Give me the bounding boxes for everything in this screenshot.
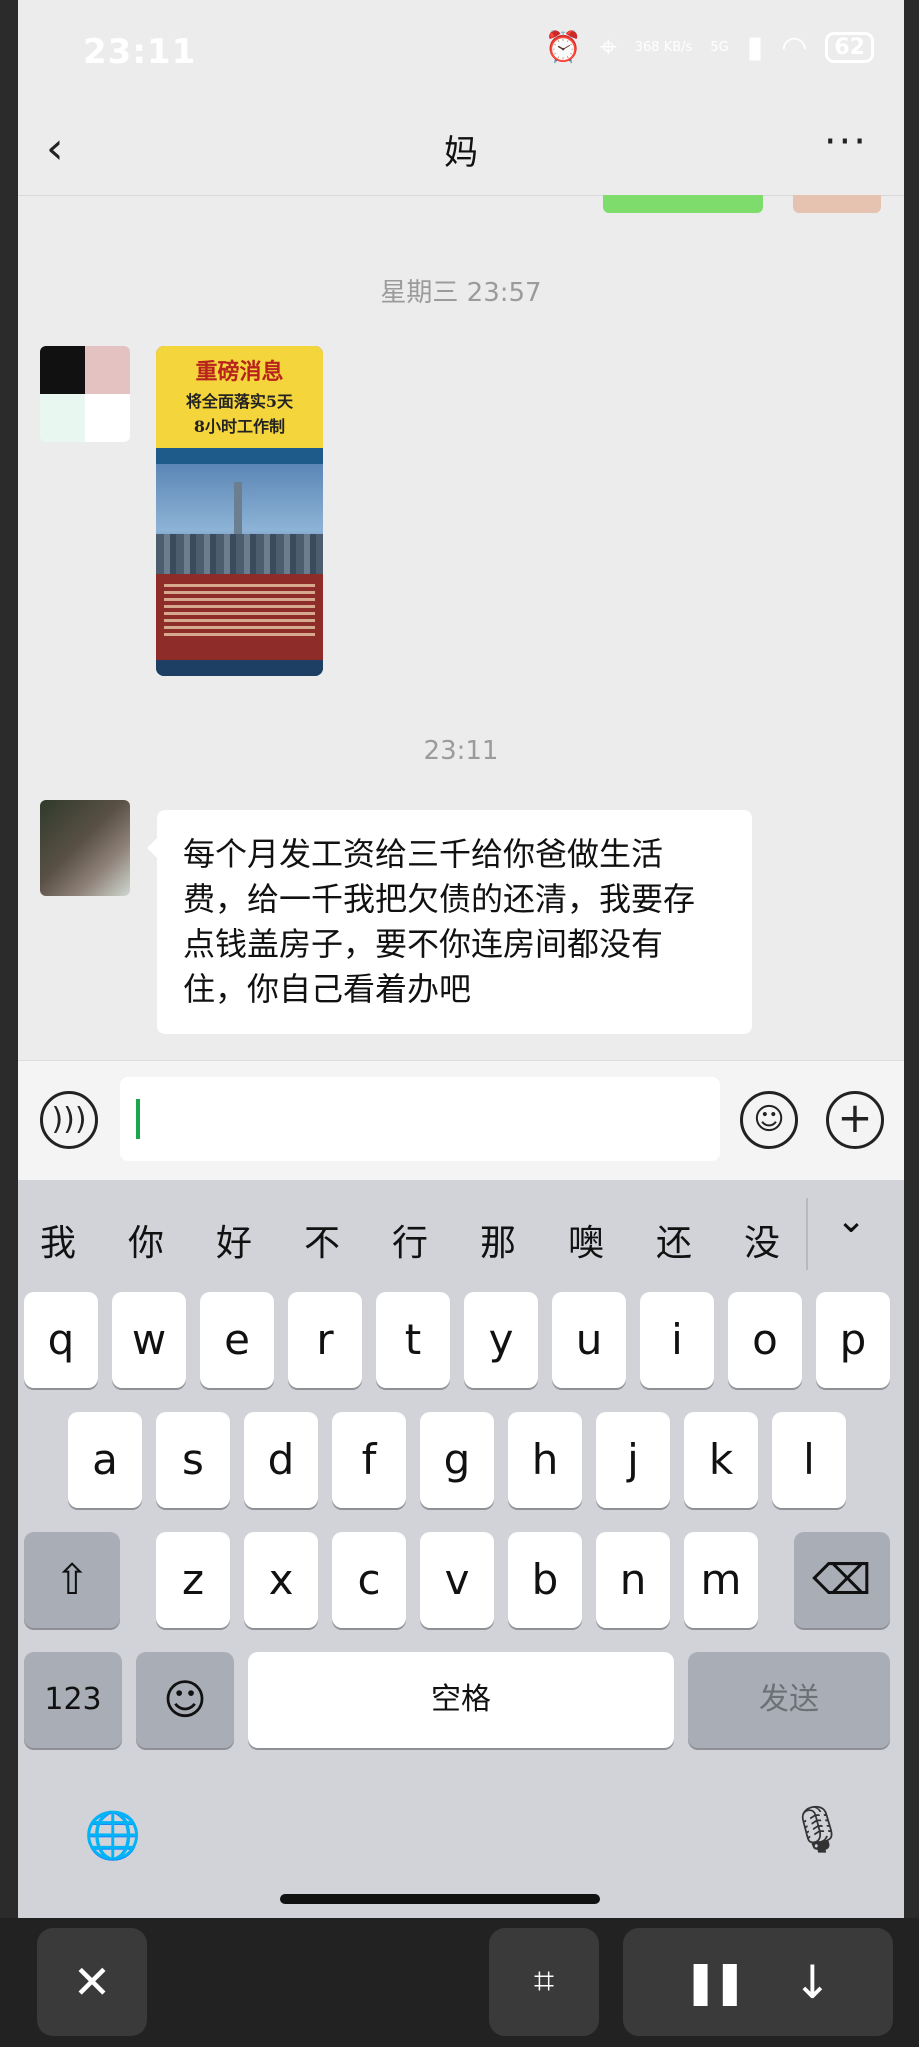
arrow-down-icon[interactable]: ↓ [793, 1928, 832, 2036]
recorder-controls: ❚❚ ↓ [623, 1928, 893, 2036]
key-e[interactable]: e [200, 1292, 274, 1388]
received-text-message[interactable]: 每个月发工资给三千给你爸做生活费，给一千我把欠债的还清，我要存点钱盖房子，要不你… [147, 810, 752, 1034]
candidate-word[interactable]: 行 [392, 1214, 428, 1266]
key-x[interactable]: x [244, 1532, 318, 1628]
signal-type: 5G [710, 39, 729, 55]
key-t[interactable]: t [376, 1292, 450, 1388]
chat-title: 妈 [444, 133, 478, 173]
battery-icon: 62 [825, 32, 874, 63]
key-l[interactable]: l [772, 1412, 846, 1508]
candidate-word[interactable]: 噢 [568, 1214, 604, 1266]
delete-key[interactable]: ⌫ [794, 1532, 890, 1628]
key-g[interactable]: g [420, 1412, 494, 1508]
keyboard: 我 你 好 不 行 那 噢 还 没 ⌄ q w e r t y u i o p … [18, 1180, 904, 1918]
key-d[interactable]: d [244, 1412, 318, 1508]
candidate-word[interactable]: 你 [128, 1214, 164, 1266]
contact-avatar[interactable] [40, 800, 130, 896]
key-r[interactable]: r [288, 1292, 362, 1388]
chat-header: ‹ 妈 ··· [18, 105, 904, 196]
key-w[interactable]: w [112, 1292, 186, 1388]
candidate-word[interactable]: 不 [304, 1214, 340, 1266]
chat-input-bar: ))) ☺ + [18, 1060, 904, 1181]
voice-icon[interactable]: ))) [40, 1091, 98, 1149]
candidate-word[interactable]: 我 [40, 1214, 76, 1266]
emoji-key-icon[interactable]: ☺ [136, 1652, 234, 1748]
image-article-text [156, 574, 323, 660]
candidate-bar: 我 你 好 不 行 那 噢 还 没 ⌄ [18, 1180, 904, 1290]
image-message[interactable]: 重磅消息 将全面落实5天 8小时工作制 [156, 346, 323, 676]
contact-avatar[interactable] [40, 346, 130, 442]
key-f[interactable]: f [332, 1412, 406, 1508]
key-b[interactable]: b [508, 1532, 582, 1628]
microphone-icon[interactable]: 🎙 [788, 1802, 846, 1857]
network-speed: 368 KB/s [634, 39, 693, 55]
key-v[interactable]: v [420, 1532, 494, 1628]
more-icon[interactable]: ··· [824, 119, 868, 165]
wifi-icon: ◠ [781, 30, 808, 65]
message-input[interactable] [120, 1077, 720, 1161]
image-banner [156, 448, 323, 464]
key-c[interactable]: c [332, 1532, 406, 1628]
my-avatar-edge[interactable] [793, 195, 881, 213]
key-j[interactable]: j [596, 1412, 670, 1508]
shift-key[interactable]: ⇧ [24, 1532, 120, 1628]
space-key[interactable]: 空格 [248, 1652, 674, 1748]
screen-recorder-toolbar: ✕ ⌗ ❚❚ ↓ [0, 1918, 919, 2047]
candidate-word[interactable]: 那 [480, 1214, 516, 1266]
image-subhead-1: 将全面落实5天 [185, 392, 294, 411]
key-p[interactable]: p [816, 1292, 890, 1388]
key-m[interactable]: m [684, 1532, 758, 1628]
plus-icon[interactable]: + [826, 1091, 884, 1149]
signal-icon: ▮ [746, 30, 764, 65]
key-n[interactable]: n [596, 1532, 670, 1628]
text-caret [136, 1099, 140, 1139]
key-o[interactable]: o [728, 1292, 802, 1388]
key-s[interactable]: s [156, 1412, 230, 1508]
city-skyline-photo [156, 464, 323, 574]
image-subhead-2: 8小时工作制 [193, 417, 286, 436]
send-key[interactable]: 发送 [688, 1652, 890, 1748]
status-icons: ⏰ ⌖ 368 KB/s 5G ▮ ◠ 62 [545, 30, 874, 65]
candidate-word[interactable]: 没 [744, 1214, 780, 1266]
collapse-keyboard-icon[interactable]: ⌄ [836, 1200, 866, 1241]
globe-icon[interactable]: 🌐 [84, 1808, 141, 1863]
image-headline: 重磅消息 [195, 359, 284, 385]
candidate-word[interactable]: 还 [656, 1214, 692, 1266]
timestamp: 星期三 23:57 [380, 278, 542, 308]
previous-sent-message-edge[interactable] [603, 195, 763, 213]
key-q[interactable]: q [24, 1292, 98, 1388]
phone-screen: 23:11 ⏰ ⌖ 368 KB/s 5G ▮ ◠ 62 ‹ 妈 ··· 星期三… [18, 0, 904, 1918]
key-a[interactable]: a [68, 1412, 142, 1508]
numbers-key[interactable]: 123 [24, 1652, 122, 1748]
status-bar: 23:11 ⏰ ⌖ 368 KB/s 5G ▮ ◠ 62 [18, 0, 904, 105]
image-footer [156, 660, 323, 676]
buildings-shape [156, 534, 323, 574]
candidate-divider [806, 1198, 808, 1270]
location-icon: ⌖ [599, 30, 617, 65]
timestamp: 23:11 [423, 736, 499, 766]
key-u[interactable]: u [552, 1292, 626, 1388]
key-h[interactable]: h [508, 1412, 582, 1508]
pause-icon[interactable]: ❚❚ [683, 1928, 747, 2036]
key-y[interactable]: y [464, 1292, 538, 1388]
key-k[interactable]: k [684, 1412, 758, 1508]
scan-icon[interactable]: ⌗ [489, 1928, 599, 2036]
key-z[interactable]: z [156, 1532, 230, 1628]
emoji-icon[interactable]: ☺ [740, 1091, 798, 1149]
alarm-icon: ⏰ [544, 30, 582, 65]
status-time: 23:11 [83, 32, 197, 72]
close-icon[interactable]: ✕ [37, 1928, 147, 2036]
candidate-word[interactable]: 好 [216, 1214, 252, 1266]
home-indicator[interactable] [280, 1894, 600, 1904]
key-i[interactable]: i [640, 1292, 714, 1388]
